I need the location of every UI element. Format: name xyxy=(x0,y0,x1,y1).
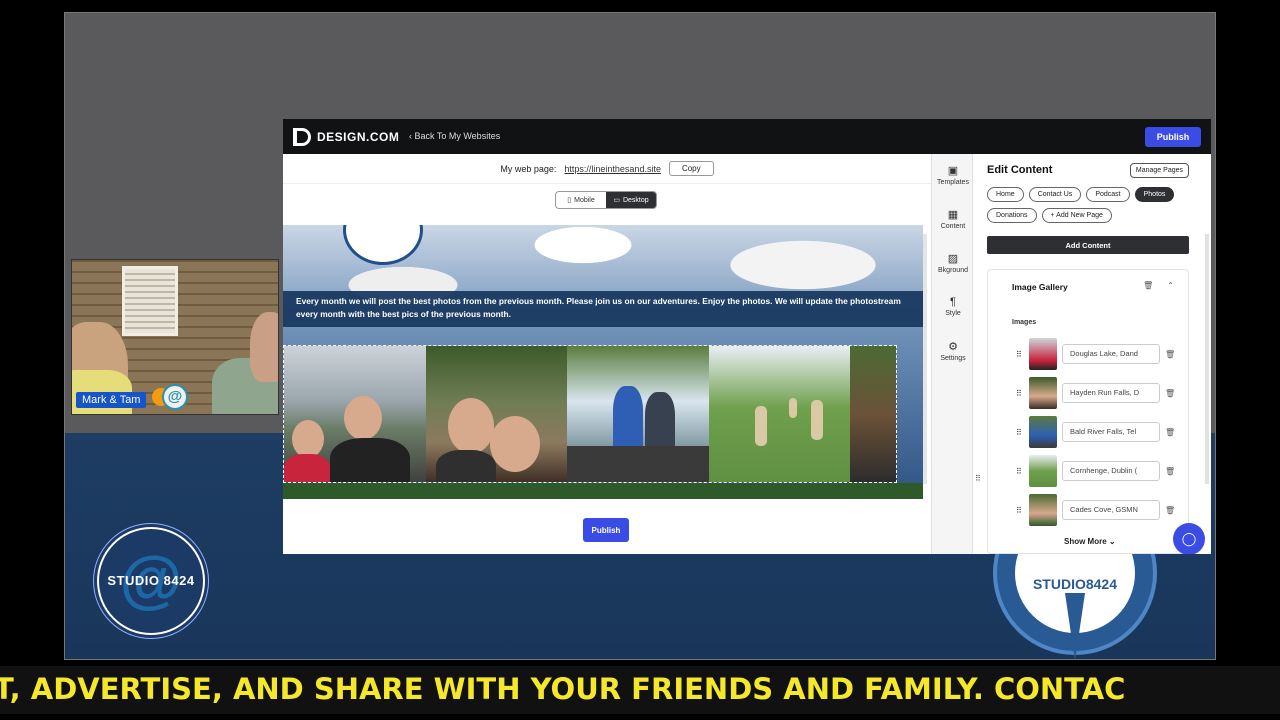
at-logo-icon: @ xyxy=(162,384,188,410)
preview-scrollbar[interactable] xyxy=(923,234,927,484)
image-thumbnail[interactable] xyxy=(1029,338,1057,370)
trash-icon[interactable]: 🗑 xyxy=(1165,467,1175,476)
content-tool[interactable]: ▦ Content xyxy=(932,208,974,230)
publish-button-bottom[interactable]: Publish xyxy=(583,518,629,542)
publish-button-top[interactable]: Publish xyxy=(1145,127,1201,147)
add-new-page-button[interactable]: + Add New Page xyxy=(1041,208,1112,223)
gallery-image-row: ⠿ Douglas Lake, Dand 🗑 xyxy=(1016,338,1184,370)
editor-canvas: My web page: https://lineinthesand.site … xyxy=(283,154,931,554)
gear-icon: ⚙ xyxy=(948,341,958,353)
image-caption-input[interactable]: Douglas Lake, Dand xyxy=(1062,344,1160,364)
page-tab-home[interactable]: Home xyxy=(987,187,1024,202)
page-preview[interactable]: Every month we will post the best photos… xyxy=(283,225,923,499)
gallery-photo-4[interactable] xyxy=(708,346,851,482)
gallery-title: Image Gallery xyxy=(1012,282,1068,292)
gallery-image-row: ⠿ Hayden Run Falls, D 🗑 xyxy=(1016,377,1184,409)
image-thumbnail[interactable] xyxy=(1029,416,1057,448)
back-to-websites-link[interactable]: ‹ Back To My Websites xyxy=(409,131,500,141)
grass-strip xyxy=(283,483,923,499)
drag-handle-icon[interactable]: ⠿ xyxy=(1016,350,1024,359)
gallery-photo-1[interactable] xyxy=(284,346,426,482)
section-drag-handle-icon[interactable]: ⠿ xyxy=(975,474,981,483)
gallery-photo-5[interactable] xyxy=(850,346,896,482)
phone-icon: ▯ xyxy=(567,197,572,204)
page-tab-contact-us[interactable]: Contact Us xyxy=(1028,187,1082,202)
manage-pages-button[interactable]: Manage Pages xyxy=(1129,163,1189,178)
image-caption-input[interactable]: Cades Cove, GSMN xyxy=(1062,500,1160,520)
ticker-text: T, ADVERTISE, AND SHARE WITH YOUR FRIEND… xyxy=(0,672,1126,706)
trash-icon[interactable]: 🗑 xyxy=(1143,281,1153,290)
drag-handle-icon[interactable]: ⠿ xyxy=(1016,506,1024,515)
image-caption-input[interactable]: Hayden Run Falls, D xyxy=(1062,383,1160,403)
chat-support-button[interactable]: ◯ xyxy=(1173,523,1205,554)
settings-tool[interactable]: ⚙ Settings xyxy=(932,340,974,362)
presenter-name-tag: Mark & Tam xyxy=(76,392,147,408)
image-gallery-section: Image Gallery 🗑 ⌃ Images ⠿ Douglas Lake,… xyxy=(987,269,1189,554)
webcam-feed: Mark & Tam @ xyxy=(71,259,279,415)
page-tabs: Home Contact Us Podcast Photos Donations… xyxy=(987,187,1197,223)
chat-bubble-icon: ◯ xyxy=(1181,531,1197,546)
drag-handle-icon[interactable]: ⠿ xyxy=(1016,428,1024,437)
page-tab-podcast[interactable]: Podcast xyxy=(1086,187,1130,202)
editor-tool-sidebar: ▣ Templates ▦ Content ▨ Bkground ¶ Style ⚙ Se… xyxy=(931,154,973,554)
page-tab-photos[interactable]: Photos xyxy=(1134,187,1175,202)
images-label: Images xyxy=(1012,319,1037,326)
trash-icon[interactable]: 🗑 xyxy=(1165,506,1175,515)
mobile-view-button[interactable]: ▯ Mobile xyxy=(556,192,606,208)
chevron-down-icon: ⌄ xyxy=(1108,537,1116,546)
image-gallery-strip[interactable] xyxy=(283,345,897,483)
drag-handle-icon[interactable]: ⠿ xyxy=(1016,389,1024,398)
templates-tool[interactable]: ▣ Templates xyxy=(932,164,974,186)
trash-icon[interactable]: 🗑 xyxy=(1165,428,1175,437)
trash-icon[interactable]: 🗑 xyxy=(1165,350,1175,359)
edit-content-panel: Edit Content Manage Pages Home Contact U… xyxy=(973,154,1211,554)
image-caption-input[interactable]: Bald River Falls, Tel xyxy=(1062,422,1160,442)
image-thumbnail[interactable] xyxy=(1029,377,1057,409)
trash-icon[interactable]: 🗑 xyxy=(1165,389,1175,398)
top-bar: DESIGN.COM ‹ Back To My Websites Publish xyxy=(283,119,1211,154)
drag-handle-icon[interactable]: ⠿ xyxy=(1016,467,1024,476)
image-thumbnail[interactable] xyxy=(1029,494,1057,526)
stream-stage: Mark & Tam @ @ STUDIO 8424 STUDIO8424 DE… xyxy=(0,0,1280,720)
brand-logo[interactable]: DESIGN.COM xyxy=(293,128,399,146)
gallery-image-row: ⠿ Bald River Falls, Tel 🗑 xyxy=(1016,416,1184,448)
background-tool[interactable]: ▨ Bkground xyxy=(932,252,974,274)
copy-url-button[interactable]: Copy xyxy=(668,161,714,176)
screen-share-frame: Mark & Tam @ @ STUDIO 8424 STUDIO8424 DE… xyxy=(64,12,1216,660)
image-caption-input[interactable]: Cornhenge, Dublin ( xyxy=(1062,461,1160,481)
panel-title: Edit Content xyxy=(987,164,1053,176)
background-icon: ▨ xyxy=(947,253,959,265)
style-tool[interactable]: ¶ Style xyxy=(932,296,974,317)
style-icon: ¶ xyxy=(950,296,956,308)
studio-logo: @ STUDIO 8424 xyxy=(97,527,205,635)
page-tab-donations[interactable]: Donations xyxy=(987,208,1037,223)
chevron-up-icon[interactable]: ⌃ xyxy=(1167,281,1174,290)
website-builder-window: DESIGN.COM ‹ Back To My Websites Publish… xyxy=(283,119,1211,554)
add-content-button[interactable]: Add Content xyxy=(987,236,1189,254)
templates-icon: ▣ xyxy=(947,165,959,177)
gallery-image-row: ⠿ Cades Cove, GSMN 🗑 xyxy=(1016,494,1184,526)
desktop-view-button[interactable]: ▭ Desktop xyxy=(606,192,656,208)
image-thumbnail[interactable] xyxy=(1029,455,1057,487)
url-bar: My web page: https://lineinthesand.site … xyxy=(283,154,931,184)
svg-text:STUDIO8424: STUDIO8424 xyxy=(1033,576,1117,592)
monitor-icon: ▭ xyxy=(613,197,620,204)
news-ticker: T, ADVERTISE, AND SHARE WITH YOUR FRIEND… xyxy=(0,666,1280,714)
panel-scrollbar[interactable] xyxy=(1205,234,1209,484)
gallery-photo-3[interactable] xyxy=(567,346,709,482)
photos-intro-text[interactable]: Every month we will post the best photos… xyxy=(283,291,923,327)
url-label: My web page: xyxy=(500,163,557,174)
show-more-button[interactable]: Show More ⌄ xyxy=(1064,537,1116,546)
gallery-photo-2[interactable] xyxy=(425,346,568,482)
view-toggle: ▯ Mobile ▭ Desktop xyxy=(555,191,657,209)
design-logo-icon xyxy=(293,128,311,146)
content-icon: ▦ xyxy=(947,209,959,221)
site-url-link[interactable]: https://lineinthesand.site xyxy=(564,164,661,174)
gallery-image-row: ⠿ Cornhenge, Dublin ( 🗑 xyxy=(1016,455,1184,487)
